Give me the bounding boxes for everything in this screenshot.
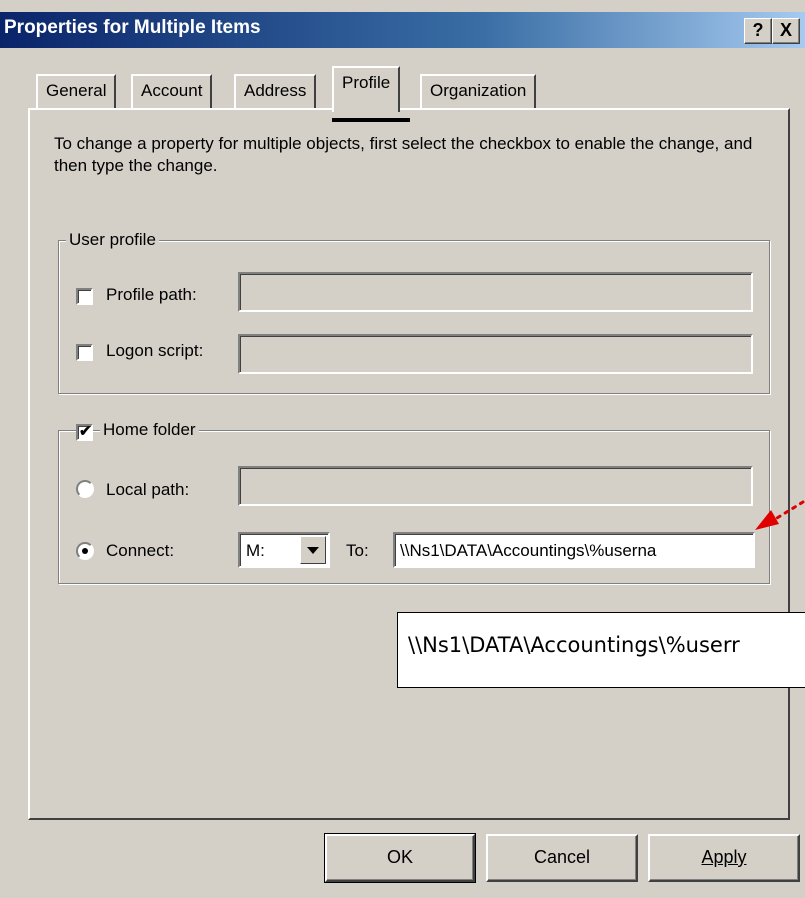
callout-arrow-icon — [755, 500, 805, 530]
logon-script-field[interactable] — [238, 334, 753, 374]
profile-path-label: Profile path: — [106, 285, 197, 304]
tab-address[interactable]: Address — [234, 74, 317, 108]
active-tab-underline — [332, 118, 410, 122]
home-folder-path-value: \\Ns1\DATA\Accountings\%userna — [400, 541, 657, 560]
tab-organization[interactable]: Organization — [420, 74, 537, 108]
tab-strip: General Account Address Profile Organiza… — [0, 66, 805, 112]
cancel-button[interactable]: Cancel — [486, 834, 638, 882]
to-label: To: — [346, 541, 369, 560]
close-icon[interactable]: X — [772, 18, 800, 44]
home-folder-legend: Home folder — [100, 420, 199, 440]
home-folder-path-input[interactable]: \\Ns1\DATA\Accountings\%userna — [393, 532, 755, 568]
logon-script-label: Logon script: — [106, 341, 204, 360]
callout-text: \\Ns1\DATA\Accountings\%userr — [408, 633, 740, 657]
apply-button[interactable]: Apply — [648, 834, 800, 882]
tab-general[interactable]: General — [36, 74, 117, 108]
logon-script-checkbox[interactable] — [76, 344, 93, 361]
local-path-radio[interactable] — [76, 480, 94, 498]
ok-button[interactable]: OK — [324, 833, 476, 883]
intro-text: To change a property for multiple object… — [54, 134, 753, 175]
title-bar[interactable]: Properties for Multiple Items ? X — [0, 12, 805, 48]
drive-letter-select[interactable]: M: — [238, 532, 330, 568]
profile-path-checkbox[interactable] — [76, 288, 93, 305]
drive-letter-value: M: — [246, 541, 265, 560]
local-path-label: Local path: — [106, 480, 190, 499]
dropdown-arrow-icon[interactable] — [300, 536, 326, 564]
tab-profile[interactable]: Profile — [332, 66, 401, 112]
path-callout-box: \\Ns1\DATA\Accountings\%userr — [397, 612, 805, 688]
local-path-field[interactable] — [238, 466, 753, 506]
tab-account[interactable]: Account — [131, 74, 213, 108]
help-icon[interactable]: ? — [744, 18, 772, 44]
properties-dialog: Properties for Multiple Items ? X Genera… — [0, 0, 805, 898]
home-folder-checkbox[interactable] — [76, 422, 93, 441]
profile-path-field[interactable] — [238, 272, 753, 312]
connect-label: Connect: — [106, 541, 175, 560]
window-title: Properties for Multiple Items — [4, 17, 261, 38]
connect-radio[interactable] — [76, 542, 94, 560]
user-profile-legend: User profile — [66, 230, 159, 250]
